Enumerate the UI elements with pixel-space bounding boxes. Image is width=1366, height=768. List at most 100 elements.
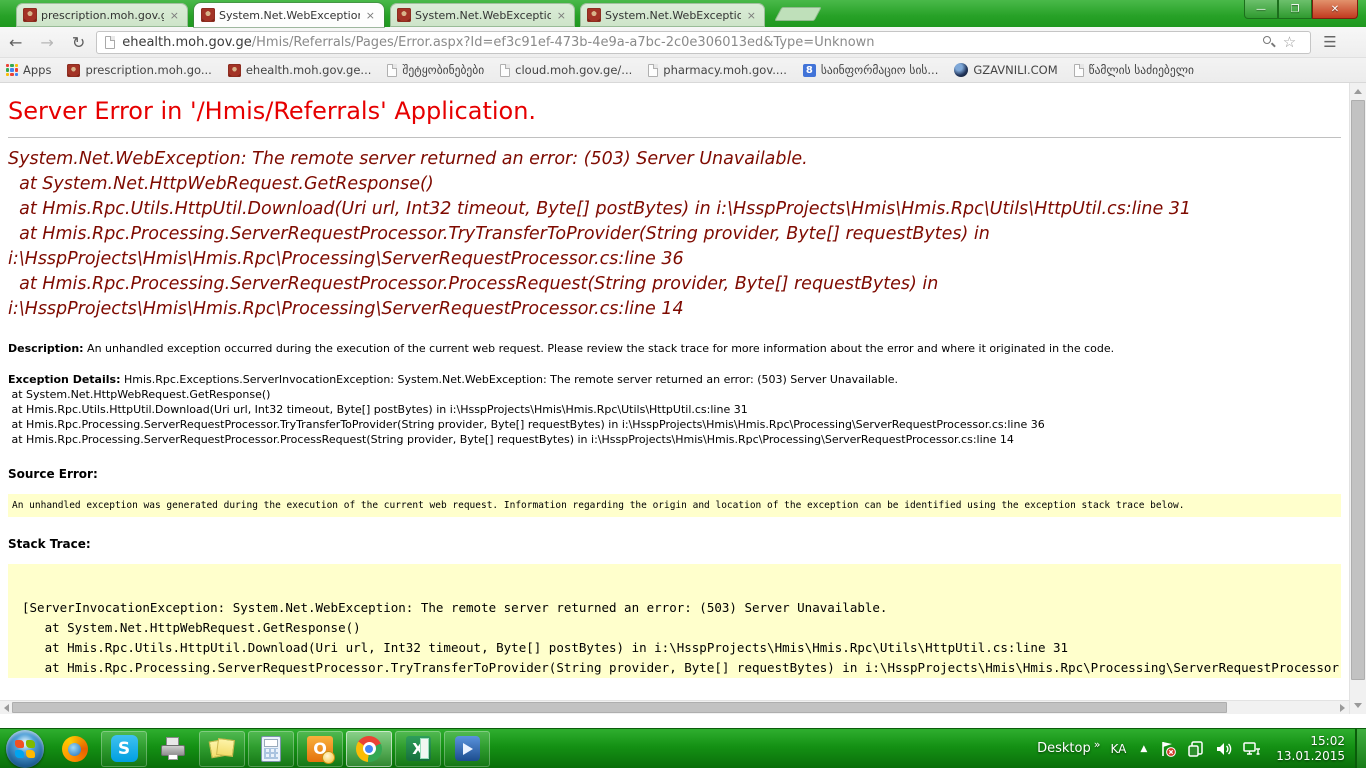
bookmark-cloud[interactable]: cloud.moh.gov.ge/... bbox=[500, 63, 632, 77]
taskbar-skype-button[interactable]: S bbox=[101, 731, 147, 767]
stack-trace-box: [ServerInvocationException: System.Net.W… bbox=[8, 564, 1341, 678]
taskbar-excel-button[interactable]: X bbox=[395, 731, 441, 767]
clock-date: 13.01.2015 bbox=[1276, 749, 1345, 764]
exception-details-first: Hmis.Rpc.Exceptions.ServerInvocationExce… bbox=[124, 373, 898, 386]
horizontal-scrollbar[interactable] bbox=[0, 700, 1349, 714]
tab-close-icon[interactable]: × bbox=[168, 9, 181, 22]
clock[interactable]: 15:02 13.01.2015 bbox=[1276, 734, 1345, 764]
show-desktop-button[interactable] bbox=[1355, 729, 1366, 768]
outlook-icon: O bbox=[307, 736, 333, 762]
taskbar: S O X Desktop » KA ▲ 15:02 bbox=[0, 728, 1366, 768]
desktop-toolbar-label[interactable]: Desktop bbox=[1037, 741, 1091, 756]
chrome-icon bbox=[356, 736, 382, 762]
taskbar-calculator-button[interactable] bbox=[248, 731, 294, 767]
vertical-scroll-thumb[interactable] bbox=[1351, 100, 1365, 680]
new-tab-button[interactable] bbox=[774, 7, 821, 21]
address-bar[interactable]: ehealth.moh.gov.ge/Hmis/Referrals/Pages/… bbox=[96, 31, 1311, 54]
moh-crest-favicon bbox=[201, 8, 215, 22]
calculator-icon bbox=[261, 736, 281, 762]
scroll-left-icon[interactable] bbox=[4, 704, 9, 712]
divider bbox=[8, 137, 1341, 138]
network-icon[interactable] bbox=[1243, 740, 1262, 758]
printer-icon bbox=[160, 737, 186, 761]
tab-webexception-3[interactable]: System.Net.WebException × bbox=[580, 3, 765, 27]
tab-webexception-2[interactable]: System.Net.WebException × bbox=[390, 3, 575, 27]
page-content: Server Error in '/Hmis/Referrals' Applic… bbox=[0, 83, 1349, 714]
exception-details: Exception Details: Hmis.Rpc.Exceptions.S… bbox=[8, 372, 1341, 447]
tab-label: System.Net.WebException bbox=[605, 9, 741, 22]
exception-details-stack: at System.Net.HttpWebRequest.GetResponse… bbox=[8, 387, 1341, 447]
tab-prescription[interactable]: prescription.moh.gov.ge/… × bbox=[16, 3, 188, 27]
url-host: ehealth.moh.gov.ge bbox=[122, 35, 252, 50]
taskbar-mediaplayer-button[interactable] bbox=[444, 731, 490, 767]
tab-close-icon[interactable]: × bbox=[364, 9, 377, 22]
page-icon bbox=[500, 64, 510, 77]
action-center-flag-icon[interactable] bbox=[1159, 740, 1177, 758]
bookmark-infosystem[interactable]: 8 საინფორმაციო სის... bbox=[803, 63, 939, 77]
bookmark-star-icon[interactable]: ☆ bbox=[1283, 33, 1296, 51]
browser-toolbar: ← → ↻ ehealth.moh.gov.ge/Hmis/Referrals/… bbox=[0, 27, 1366, 58]
scroll-up-icon[interactable] bbox=[1354, 89, 1362, 94]
reload-icon[interactable]: ↻ bbox=[63, 33, 94, 52]
keyboard-layout-indicator[interactable]: KA bbox=[1110, 742, 1126, 756]
page-icon bbox=[1074, 64, 1084, 77]
exception-message: System.Net.WebException: The remote serv… bbox=[8, 147, 1341, 322]
moh-crest-favicon bbox=[587, 8, 601, 22]
bookmark-gzavnili[interactable]: GZAVNILI.COM bbox=[954, 63, 1057, 77]
windows-logo-icon bbox=[15, 740, 35, 758]
tab-webexception-1[interactable]: System.Net.WebException × bbox=[194, 3, 384, 27]
taskbar-outlook-button[interactable]: O bbox=[297, 731, 343, 767]
zoom-icon[interactable] bbox=[1263, 36, 1275, 48]
skype-icon: S bbox=[111, 735, 138, 762]
apps-shortcut[interactable]: Apps bbox=[6, 63, 51, 77]
server-error-title: Server Error in '/Hmis/Referrals' Applic… bbox=[8, 97, 1341, 125]
moh-crest-icon bbox=[228, 64, 241, 77]
tab-close-icon[interactable]: × bbox=[555, 9, 568, 22]
description-line: Description: An unhandled exception occu… bbox=[8, 342, 1341, 355]
show-hidden-icons-arrow[interactable]: ▲ bbox=[1140, 744, 1147, 754]
close-button[interactable]: ✕ bbox=[1312, 0, 1358, 19]
scroll-right-icon[interactable] bbox=[1340, 704, 1345, 712]
restore-button[interactable]: ❐ bbox=[1278, 0, 1312, 19]
bookmark-medsearch[interactable]: წამლის საძიებელი bbox=[1074, 63, 1194, 77]
taskbar-firefox-button[interactable] bbox=[52, 731, 98, 767]
description-text: An unhandled exception occurred during t… bbox=[87, 342, 1114, 355]
page-icon bbox=[387, 64, 397, 77]
media-player-icon bbox=[455, 736, 480, 761]
scroll-down-icon[interactable] bbox=[1354, 703, 1362, 708]
apps-grid-icon bbox=[6, 64, 18, 76]
horizontal-scroll-thumb[interactable] bbox=[12, 702, 1227, 713]
taskbar-chrome-button[interactable] bbox=[346, 731, 392, 767]
stack-trace-label: Stack Trace: bbox=[8, 537, 1341, 551]
tray-window-icon[interactable] bbox=[1187, 740, 1205, 758]
tab-label: prescription.moh.gov.ge/… bbox=[41, 9, 164, 22]
volume-icon[interactable] bbox=[1215, 740, 1233, 758]
toolbar-chevron-icon[interactable]: » bbox=[1094, 738, 1101, 751]
google-8-icon: 8 bbox=[803, 64, 816, 77]
window-controls: — ❐ ✕ bbox=[1244, 0, 1358, 19]
bookmark-pharmacy[interactable]: pharmacy.moh.gov.... bbox=[648, 63, 787, 77]
tab-label: System.Net.WebException bbox=[219, 9, 360, 22]
vertical-scrollbar[interactable] bbox=[1349, 83, 1366, 714]
back-icon[interactable]: ← bbox=[0, 33, 31, 52]
tab-label: System.Net.WebException bbox=[415, 9, 551, 22]
url-path: /Hmis/Referrals/Pages/Error.aspx?Id=ef3c… bbox=[252, 35, 875, 50]
firefox-icon bbox=[62, 736, 88, 762]
page-icon bbox=[648, 64, 658, 77]
chrome-menu-icon[interactable]: ☰ bbox=[1311, 33, 1348, 51]
start-button[interactable] bbox=[6, 730, 44, 768]
bookmark-ehealth[interactable]: ehealth.moh.gov.ge... bbox=[228, 63, 372, 77]
bookmark-notifications[interactable]: შეტყობინებები bbox=[387, 63, 484, 77]
tab-close-icon[interactable]: × bbox=[745, 9, 758, 22]
minimize-button[interactable]: — bbox=[1244, 0, 1278, 19]
clock-time: 15:02 bbox=[1276, 734, 1345, 749]
globe-icon bbox=[954, 63, 968, 77]
taskbar-fax-button[interactable] bbox=[150, 731, 196, 767]
moh-crest-icon bbox=[67, 64, 80, 77]
desktop-screen: prescription.moh.gov.ge/… × System.Net.W… bbox=[0, 0, 1366, 768]
forward-icon[interactable]: → bbox=[31, 33, 62, 52]
bookmark-prescription[interactable]: prescription.moh.go... bbox=[67, 63, 211, 77]
tab-strip: prescription.moh.gov.ge/… × System.Net.W… bbox=[0, 0, 1366, 27]
url-text[interactable]: ehealth.moh.gov.ge/Hmis/Referrals/Pages/… bbox=[122, 35, 1255, 50]
taskbar-stickynotes-button[interactable] bbox=[199, 731, 245, 767]
